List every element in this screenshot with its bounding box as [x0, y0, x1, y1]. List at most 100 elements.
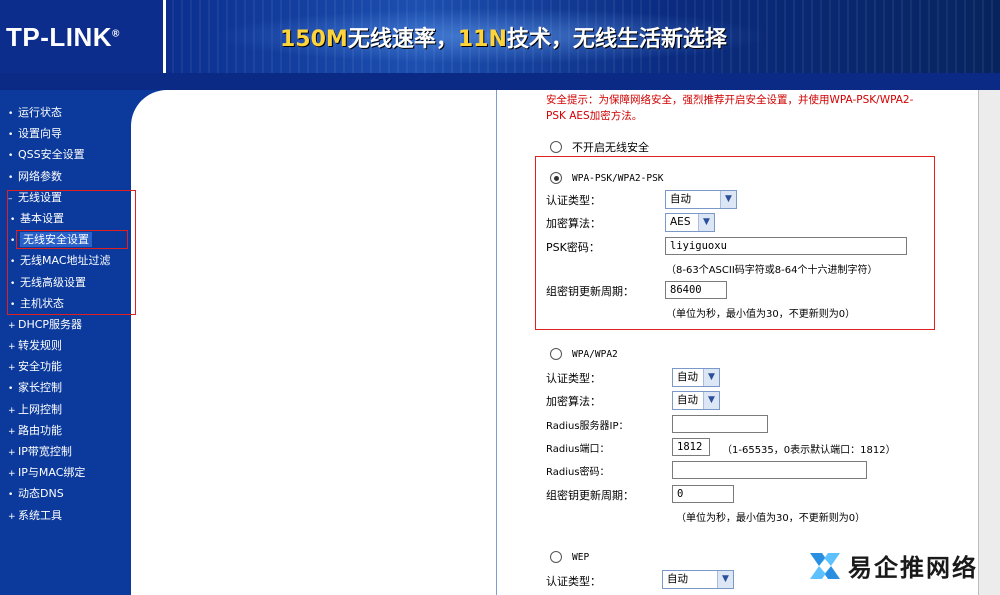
psk-period-label: 组密钥更新周期： [546, 285, 634, 298]
radius-port-hint: （1-65535，0表示默认端口：1812） [722, 445, 896, 456]
radio-wpa[interactable] [550, 348, 562, 360]
radius-port-input[interactable]: 1812 [672, 438, 710, 456]
psk-key-hint: （8-63个ASCII码字符或8-64个十六进制字符） [666, 265, 878, 276]
radio-wpa-row[interactable]: WPA/WPA2 [550, 348, 618, 360]
wep-auth-value: 自动 [667, 573, 688, 585]
sidebar-item[interactable]: + 安全功能 [0, 356, 131, 377]
wpa-auth-select[interactable]: 自动 ▼ [672, 368, 720, 387]
bullet-icon: + [8, 448, 16, 458]
radio-none-label: 不开启无线安全 [572, 141, 649, 154]
wpa-auth-label: 认证类型： [546, 372, 601, 385]
sidebar-item[interactable]: • 网络参数 [0, 166, 131, 187]
bullet-icon: • [8, 384, 14, 395]
radio-psk-row[interactable]: WPA-PSK/WPA2-PSK [550, 172, 664, 184]
wireless-settings-highlight [7, 190, 136, 315]
radius-ip-input[interactable] [672, 415, 768, 433]
radius-ip-label: Radius服务器IP： [546, 421, 629, 432]
psk-enc-select[interactable]: AES ▼ [665, 213, 715, 232]
sidebar-item[interactable]: + 转发规则 [0, 335, 131, 356]
radio-psk[interactable] [550, 172, 562, 184]
bullet-icon: + [8, 469, 16, 480]
radio-wep-label: WEP [572, 551, 590, 563]
bullet-icon: + [8, 511, 16, 522]
scrollbar-track[interactable] [978, 90, 1000, 595]
wpa-period-input[interactable]: 0 [672, 485, 734, 503]
content-left-area [131, 90, 496, 595]
psk-auth-label: 认证类型： [546, 194, 601, 207]
sidebar-item[interactable]: • 动态DNS [0, 483, 131, 504]
sidebar-item-label: 设置向导 [18, 127, 62, 141]
sidebar-item-label: 动态DNS [18, 487, 64, 501]
tp-link-logo: TP-LINK® [6, 22, 120, 52]
sidebar-item[interactable]: • QSS安全设置 [0, 144, 131, 165]
chevron-down-icon: ▼ [717, 571, 733, 588]
radio-wep-row[interactable]: WEP [550, 551, 589, 563]
bullet-icon: + [8, 405, 16, 416]
radio-none[interactable] [550, 141, 562, 153]
bullet-icon: • [8, 172, 14, 183]
psk-key-label: PSK密码： [546, 241, 600, 254]
sidebar-item-label: QSS安全设置 [18, 148, 85, 162]
sidebar-item[interactable]: + 上网控制 [0, 399, 131, 420]
radio-wep[interactable] [550, 551, 562, 563]
wep-auth-select[interactable]: 自动 ▼ [662, 570, 734, 589]
bullet-icon: + [8, 426, 16, 437]
psk-enc-value: AES [670, 216, 691, 228]
psk-period-hint: （单位为秒，最小值为30，不更新则为0） [666, 309, 856, 320]
radius-pwd-input[interactable] [672, 461, 867, 479]
logo-area: TP-LINK® [0, 0, 166, 73]
wep-auth-label: 认证类型： [546, 575, 601, 588]
sidebar-item-label: 网络参数 [18, 169, 62, 183]
psk-enc-label: 加密算法： [546, 217, 601, 230]
radio-none-row[interactable]: 不开启无线安全 [550, 139, 649, 155]
wpa-enc-select[interactable]: 自动 ▼ [672, 391, 720, 410]
wireless-security-highlight [16, 230, 128, 249]
sidebar-item-label: DHCP服务器 [18, 317, 83, 331]
watermark-text: 易企推网络 [848, 554, 978, 582]
sidebar-item[interactable]: • 运行状态 [0, 102, 131, 123]
sidebar-item-label: 系统工具 [18, 508, 62, 522]
bullet-icon: • [8, 109, 14, 119]
sidebar-item[interactable]: • 家长控制 [0, 377, 131, 398]
wpa-enc-label: 加密算法： [546, 395, 601, 408]
watermark-logo-icon [808, 549, 842, 583]
sidebar-item-label: 运行状态 [18, 106, 62, 119]
header: TP-LINK® 150M无线速率，11N技术，无线生活新选择 [0, 0, 1000, 73]
sidebar-item-label: 上网控制 [18, 402, 62, 416]
chevron-down-icon: ▼ [703, 392, 719, 409]
wpa-period-label: 组密钥更新周期： [546, 489, 634, 502]
chevron-down-icon: ▼ [703, 369, 719, 386]
sidebar-item-label: 转发规则 [18, 339, 62, 353]
psk-auth-value: 自动 [670, 193, 691, 205]
wpa-enc-value: 自动 [677, 394, 698, 406]
sidebar-item[interactable]: + IP带宽控制 [0, 441, 131, 462]
radius-port-label: Radius端口： [546, 444, 610, 455]
bullet-icon: • [8, 130, 14, 141]
sidebar-item[interactable]: • 设置向导 [0, 123, 131, 144]
header-sub-bar [0, 73, 1000, 90]
sidebar-item-label: 路由功能 [18, 423, 62, 437]
chevron-down-icon: ▼ [698, 214, 714, 231]
bullet-icon: + [8, 320, 16, 331]
sidebar-item[interactable]: + DHCP服务器 [0, 314, 131, 335]
bullet-icon: • [8, 151, 14, 162]
sidebar-item[interactable]: + 路由功能 [0, 420, 131, 441]
radio-wpa-label: WPA/WPA2 [572, 348, 618, 360]
bullet-icon: + [8, 363, 16, 374]
sidebar-item[interactable]: + IP与MAC绑定 [0, 462, 131, 483]
psk-period-input[interactable]: 86400 [665, 281, 727, 299]
security-warning: 安全提示：为保障网络安全，强烈推荐开启安全设置，并使用WPA-PSK/WPA2-… [546, 94, 914, 122]
sidebar-item[interactable]: + 系统工具 [0, 505, 131, 526]
banner: 150M无线速率，11N技术，无线生活新选择 [172, 0, 1000, 73]
wpa-auth-value: 自动 [677, 371, 698, 383]
sidebar-item-label: 家长控制 [18, 381, 62, 395]
bullet-icon: • [8, 490, 14, 501]
wpa-period-hint: （单位为秒，最小值为30，不更新则为0） [676, 513, 866, 524]
radio-psk-label: WPA-PSK/WPA2-PSK [572, 172, 664, 184]
banner-slogan: 150M无线速率，11N技术，无线生活新选择 [280, 27, 727, 52]
psk-auth-select[interactable]: 自动 ▼ [665, 190, 737, 209]
sidebar-item-label: IP与MAC绑定 [18, 466, 86, 480]
sidebar-item-label: IP带宽控制 [18, 445, 72, 458]
psk-key-input[interactable]: liyiguoxu [665, 237, 907, 255]
radius-pwd-label: Radius密码： [546, 467, 610, 478]
